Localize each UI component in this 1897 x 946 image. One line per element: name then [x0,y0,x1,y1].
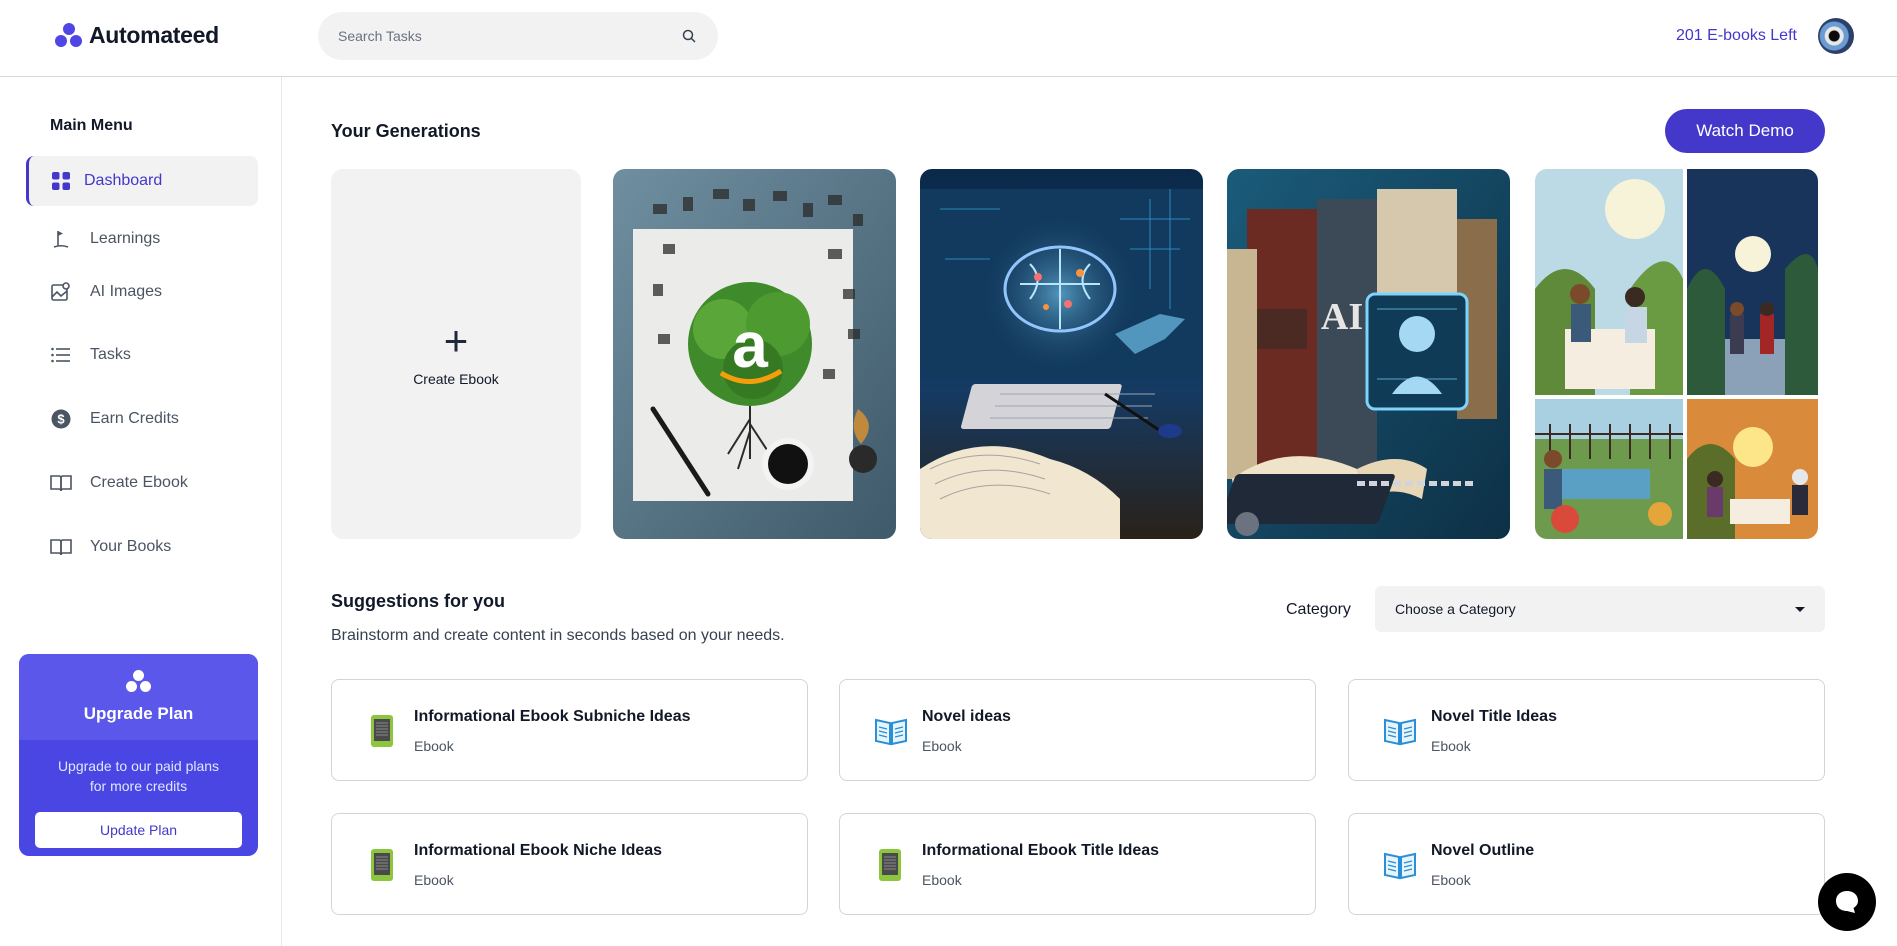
image-icon [50,281,72,303]
generations-title: Your Generations [331,121,481,141]
sidebar-item-dashboard[interactable]: Dashboard [26,156,258,206]
ai-book-title-text: AI [1321,296,1363,338]
sidebar-item-label: AI Images [90,283,163,300]
upgrade-header: Upgrade Plan [19,654,258,740]
ebook-reader-icon [366,848,398,882]
create-ebook-label: Create Ebook [413,371,499,387]
generation-cover-1[interactable]: a [613,169,896,539]
chat-bubble-icon [1836,891,1858,913]
generation-cover-4[interactable] [1535,169,1818,539]
sidebar-item-label: Create Ebook [90,474,188,491]
couple-romance-collage-cover [1535,169,1818,539]
suggestion-subtitle: Ebook [1431,872,1471,888]
svg-text:$: $ [57,412,65,427]
suggestion-title: Novel Title Ideas [1431,708,1557,725]
top-header: Automateed 201 E-books Left [0,0,1897,77]
suggestion-card[interactable]: Informational Ebook Subniche Ideas Ebook [331,679,808,781]
sidebar-item-label: Dashboard [84,172,163,189]
ebook-reader-icon [366,714,398,748]
suggestion-subtitle: Ebook [922,738,962,754]
chevron-down-icon [1795,606,1805,612]
suggestion-title: Informational Ebook Niche Ideas [414,842,663,859]
sidebar-item-label: Learnings [90,230,161,247]
sidebar-item-label: Your Books [90,538,172,555]
grid-icon [50,170,72,192]
plus-icon: + [443,317,469,364]
suggestion-subtitle: Ebook [922,872,962,888]
watch-demo-button[interactable]: Watch Demo [1665,109,1825,153]
generation-cover-2[interactable] [920,169,1203,539]
suggestion-card[interactable]: Novel Outline Ebook [1348,813,1825,915]
sidebar-item-ai-images[interactable]: AI Images [26,267,258,317]
sidebar-item-label: Tasks [90,346,131,363]
upgrade-plan-card: Upgrade Plan Upgrade to our paid plans f… [19,654,258,856]
ai-books-cover: AI [1227,169,1510,539]
ebook-reader-icon [874,848,906,882]
suggestion-title: Informational Ebook Title Ideas [922,842,1160,859]
open-book-icon [1383,714,1416,748]
user-avatar[interactable] [1818,18,1854,54]
suggestion-title: Novel Outline [1431,842,1535,859]
category-dropdown[interactable]: Choose a Category [1375,586,1825,632]
suggestion-card[interactable]: Novel ideas Ebook [839,679,1316,781]
sidebar-item-tasks[interactable]: Tasks [26,330,258,380]
sidebar-item-learnings[interactable]: Learnings [26,214,258,264]
amazon-tree-book-cover: a [613,169,896,539]
ai-brain-computer-cover [920,169,1203,539]
brand-name: Automateed [89,22,219,48]
create-ebook-card[interactable]: + Create Ebook [331,169,581,539]
upgrade-title: Upgrade Plan [83,704,194,723]
sidebar-item-earn-credits[interactable]: $ Earn Credits [26,394,258,444]
book-icon [50,472,72,494]
book-icon [50,536,72,558]
logo-icon [125,670,152,694]
search-bar[interactable] [318,12,718,60]
logo-icon [55,22,83,49]
chat-support-button[interactable] [1818,873,1876,931]
category-label: Category [1286,601,1351,618]
search-input[interactable] [338,28,680,44]
sidebar-item-your-books[interactable]: Your Books [26,522,258,572]
suggestion-title: Novel ideas [922,708,1011,725]
dollar-icon: $ [50,408,72,430]
golf-flag-icon [50,228,72,250]
list-icon [50,344,72,366]
sidebar-item-label: Earn Credits [90,410,179,427]
suggestion-subtitle: Ebook [414,872,454,888]
update-plan-button[interactable]: Update Plan [35,812,242,848]
category-selected-value: Choose a Category [1395,601,1516,617]
generation-cover-3[interactable]: AI [1227,169,1510,539]
suggestion-title: Informational Ebook Subniche Ideas [414,708,691,725]
sidebar-item-create-ebook[interactable]: Create Ebook [26,458,258,508]
suggestion-card[interactable]: Informational Ebook Niche Ideas Ebook [331,813,808,915]
suggestion-card[interactable]: Informational Ebook Title Ideas Ebook [839,813,1316,915]
search-icon[interactable] [680,27,698,45]
main-menu-title: Main Menu [50,117,133,134]
suggestion-subtitle: Ebook [414,738,454,754]
suggestions-description: Brainstorm and create content in seconds… [331,627,785,644]
amazon-logo-text: a [732,309,768,381]
suggestions-title: Suggestions for you [331,591,506,611]
upgrade-description: Upgrade to our paid plans for more credi… [57,758,220,794]
suggestion-subtitle: Ebook [1431,738,1471,754]
suggestion-card[interactable]: Novel Title Ideas Ebook [1348,679,1825,781]
brand-logo[interactable]: Automateed [55,22,219,49]
open-book-icon [874,714,907,748]
ebooks-left-counter: 201 E-books Left [1676,27,1797,44]
open-book-icon [1383,848,1416,882]
